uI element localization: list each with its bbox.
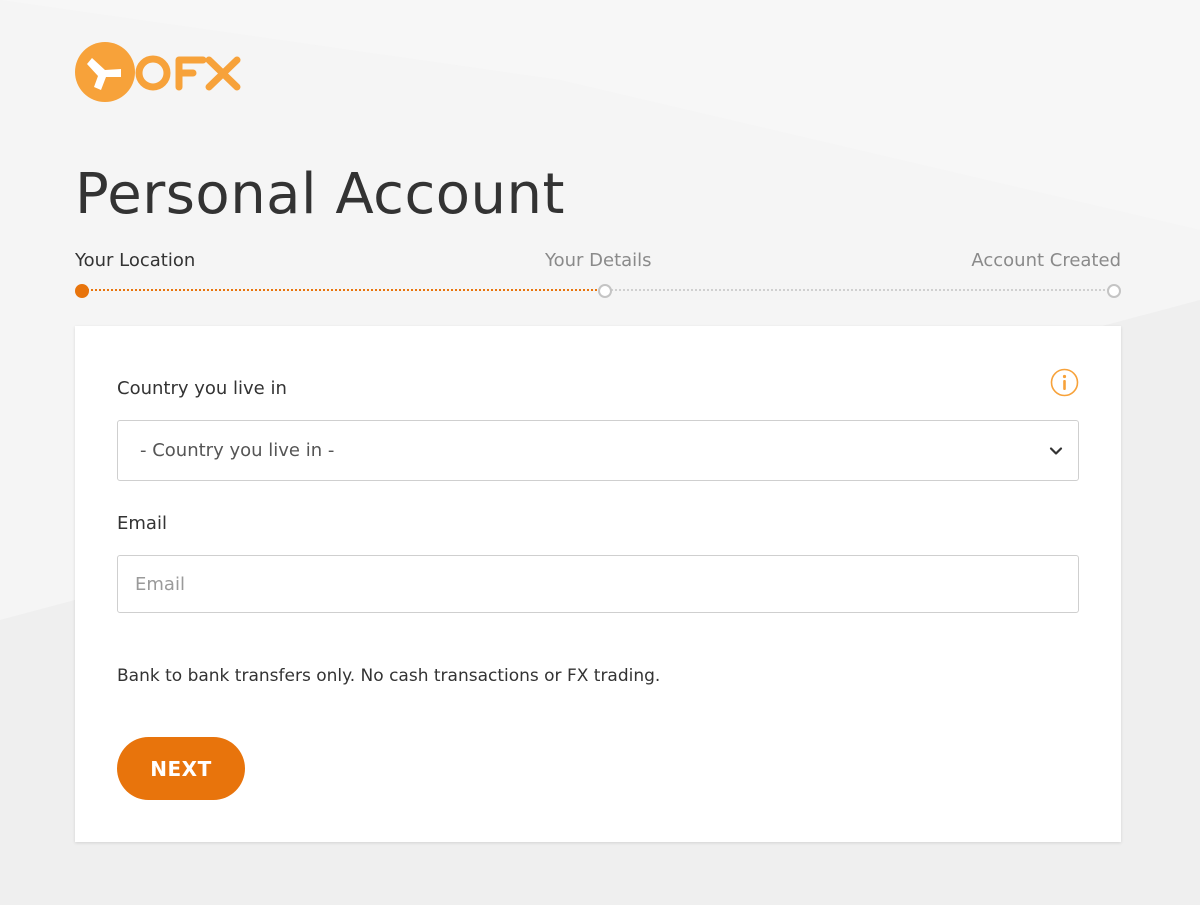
chevron-down-icon — [1049, 447, 1063, 455]
email-input[interactable] — [117, 555, 1079, 613]
info-icon[interactable] — [1050, 368, 1079, 397]
country-field-label: Country you live in — [117, 378, 287, 399]
country-select-value: - Country you live in - — [140, 440, 335, 461]
ofx-logo-mark — [75, 42, 241, 102]
email-field-label: Email — [117, 513, 167, 534]
step-connector-pending — [611, 289, 1113, 291]
step-label-your-location: Your Location — [75, 250, 196, 271]
step-label-account-created: Account Created — [971, 250, 1121, 271]
progress-stepper: Your Location Your Details Account Creat… — [75, 250, 1121, 300]
ofx-logo[interactable] — [75, 40, 245, 106]
step-dot-your-location — [75, 284, 89, 298]
step-dot-your-details — [598, 284, 612, 298]
step-label-your-details: Your Details — [545, 250, 652, 271]
step-dot-account-created — [1107, 284, 1121, 298]
next-button[interactable]: NEXT — [117, 737, 245, 800]
signup-form-card: Country you live in - Country you live i… — [75, 326, 1121, 842]
step-connector-completed — [83, 289, 605, 291]
disclaimer-text: Bank to bank transfers only. No cash tra… — [117, 666, 661, 686]
page: Personal Account Your Location Your Deta… — [0, 0, 1200, 905]
page-title: Personal Account — [75, 162, 565, 227]
country-select[interactable]: - Country you live in - — [117, 420, 1079, 481]
